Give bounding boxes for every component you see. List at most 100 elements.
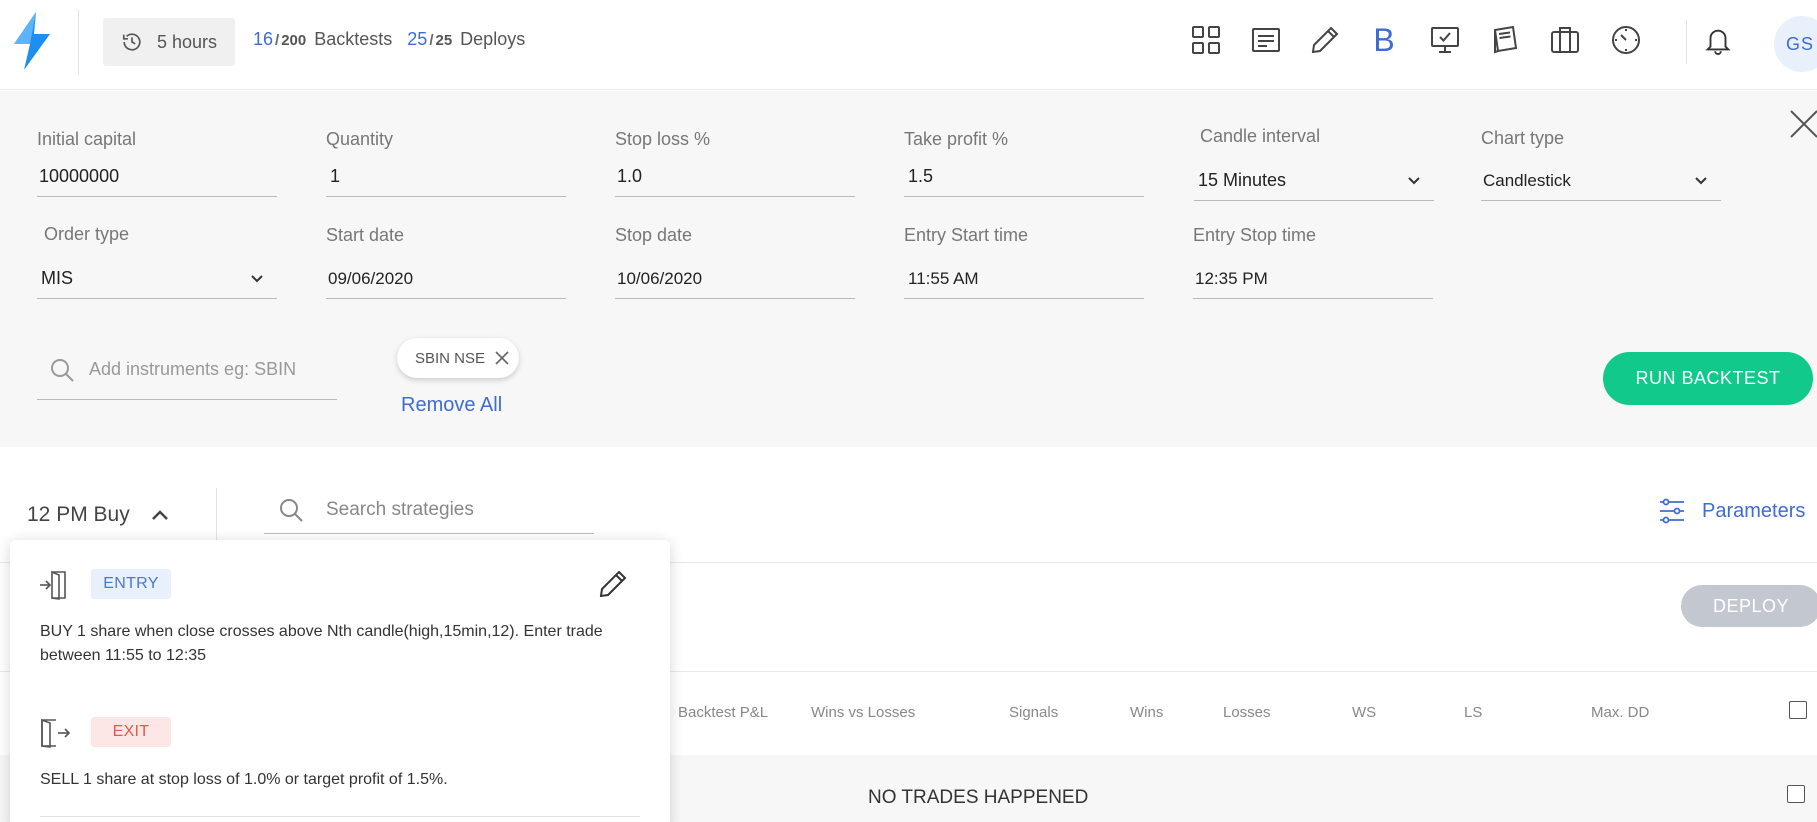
quantity-field: Quantity 1 — [326, 129, 566, 197]
col-wins[interactable]: Wins — [1130, 704, 1163, 721]
entry-stop-time-input[interactable]: 12:35 PM — [1193, 259, 1433, 299]
backtests-separator: / — [275, 32, 280, 49]
dashboard-nav[interactable] — [1186, 20, 1226, 60]
chart-type-field: Chart type Candlestick — [1481, 128, 1721, 201]
entry-start-time-input[interactable]: 11:55 AM — [904, 259, 1144, 299]
remove-all-link[interactable]: Remove All — [401, 394, 502, 417]
avatar-initials: GS — [1786, 33, 1815, 54]
candle-interval-value: 15 Minutes — [1198, 170, 1287, 190]
order-type-field: Order type MIS — [37, 224, 277, 299]
divider — [78, 10, 79, 74]
start-date-input[interactable]: 09/06/2020 — [326, 259, 566, 299]
col-max-dd[interactable]: Max. DD — [1591, 704, 1649, 721]
quantity-label: Quantity — [326, 129, 394, 149]
entry-rule-text: BUY 1 share when close crosses above Nth… — [40, 623, 603, 664]
list-icon — [1252, 28, 1280, 52]
clock-icon — [1612, 26, 1640, 54]
close-icon[interactable] — [495, 351, 509, 365]
lightning-logo-icon[interactable] — [10, 12, 54, 70]
deploys-label: Deploys — [460, 29, 526, 49]
start-date-field: Start date 09/06/2020 — [326, 225, 566, 299]
user-avatar[interactable]: GS — [1774, 16, 1817, 72]
divider — [40, 816, 640, 817]
backtests-label: Backtests — [314, 29, 393, 49]
create-strategy-nav[interactable] — [1305, 20, 1345, 60]
orders-nav[interactable] — [1246, 20, 1286, 60]
entry-door-icon — [40, 570, 66, 600]
top-bar: 5 hours 16/200Backtests 25/25Deploys B — [0, 0, 1817, 90]
market-hours-nav[interactable] — [1606, 20, 1646, 60]
instrument-chip-label: SBIN NSE — [415, 349, 486, 367]
candle-interval-select[interactable]: 15 Minutes — [1194, 161, 1434, 201]
deployed-nav[interactable] — [1425, 20, 1465, 60]
initial-capital-label: Initial capital — [37, 129, 137, 149]
instrument-chip: SBIN NSE — [397, 338, 519, 378]
parameters-link[interactable]: Parameters — [1658, 497, 1805, 525]
col-ls[interactable]: LS — [1464, 704, 1482, 721]
col-losses[interactable]: Losses — [1223, 704, 1271, 721]
select-all-checkbox[interactable] — [1789, 701, 1807, 719]
parameters-label: Parameters — [1702, 499, 1806, 522]
entry-start-time-field: Entry Start time 11:55 AM — [904, 225, 1144, 299]
entry-start-time-label: Entry Start time — [904, 225, 1029, 245]
divider — [1686, 20, 1687, 64]
chevron-down-icon — [1408, 177, 1420, 185]
candle-interval-field: Candle interval 15 Minutes — [1194, 126, 1434, 201]
stop-date-label: Stop date — [615, 225, 693, 245]
strategy-details-popup: ENTRY BUY 1 share when close crosses abo… — [10, 540, 670, 822]
instrument-search-input[interactable]: Add instruments eg: SBIN — [37, 340, 337, 400]
exit-rule-text: SELL 1 share at stop loss of 1.0% or tar… — [40, 771, 448, 788]
deploy-button[interactable]: DEPLOY — [1681, 585, 1817, 627]
col-wins-vs-losses[interactable]: Wins vs Losses — [811, 704, 915, 721]
exit-badge: EXIT — [91, 717, 171, 747]
row-checkbox[interactable] — [1787, 785, 1805, 803]
usage-quota: 16/200 Backtests 25/25 Deploys — [253, 29, 535, 50]
b-icon: B — [1373, 21, 1395, 58]
take-profit-label: Take profit % — [904, 129, 1009, 149]
strategy-name: 12 PM Buy — [27, 503, 130, 526]
portfolio-nav[interactable] — [1545, 20, 1585, 60]
stop-date-input[interactable]: 10/06/2020 — [615, 259, 855, 299]
col-ws[interactable]: WS — [1352, 704, 1376, 721]
deploys-cap: 25 — [435, 32, 453, 49]
bell-icon — [1705, 29, 1731, 55]
chart-type-select[interactable]: Candlestick — [1481, 161, 1721, 201]
run-backtest-button[interactable]: RUN BACKTEST — [1603, 352, 1813, 405]
order-type-label: Order type — [44, 224, 130, 244]
col-signals[interactable]: Signals — [1009, 704, 1058, 721]
chevron-down-icon — [1695, 177, 1707, 185]
order-type-value: MIS — [41, 268, 74, 288]
stop-loss-input[interactable]: 1.0 — [615, 157, 855, 197]
stop-date-field: Stop date 10/06/2020 — [615, 225, 855, 299]
strategy-search-input[interactable]: Search strategies — [264, 486, 594, 534]
col-backtest-pnl[interactable]: Backtest P&L — [678, 704, 768, 721]
backtests-cap: 200 — [281, 32, 307, 49]
history-icon — [122, 33, 141, 51]
entry-stop-time-field: Entry Stop time 12:35 PM — [1193, 225, 1433, 299]
notifications-nav[interactable] — [1698, 20, 1738, 60]
strategy-selector[interactable]: 12 PM Buy — [27, 503, 170, 527]
initial-capital-field: Initial capital 10000000 — [37, 129, 277, 197]
search-icon — [280, 498, 303, 522]
start-date-label: Start date — [326, 225, 405, 245]
session-timer-chip[interactable]: 5 hours — [103, 18, 235, 66]
exit-door-icon — [41, 718, 71, 748]
deploys-separator: / — [429, 32, 434, 49]
entry-stop-time-label: Entry Stop time — [1193, 225, 1317, 245]
order-type-select[interactable]: MIS — [37, 259, 277, 299]
deploys-used: 25 — [407, 29, 428, 49]
close-icon[interactable] — [1788, 108, 1817, 140]
candle-interval-label: Candle interval — [1200, 126, 1321, 146]
quantity-input[interactable]: 1 — [326, 157, 566, 197]
chart-type-label: Chart type — [1481, 128, 1565, 148]
initial-capital-input[interactable]: 10000000 — [37, 157, 277, 197]
briefcase-icon — [1551, 27, 1579, 53]
divider — [216, 488, 217, 540]
empty-table-message: NO TRADES HAPPENED — [868, 787, 1089, 808]
pencil-icon[interactable] — [597, 568, 629, 600]
backtest-nav[interactable]: B — [1364, 20, 1404, 60]
take-profit-input[interactable]: 1.5 — [904, 157, 1144, 197]
chevron-up-icon — [151, 510, 168, 520]
learn-nav[interactable] — [1485, 20, 1525, 60]
take-profit-field: Take profit % 1.5 — [904, 129, 1144, 197]
